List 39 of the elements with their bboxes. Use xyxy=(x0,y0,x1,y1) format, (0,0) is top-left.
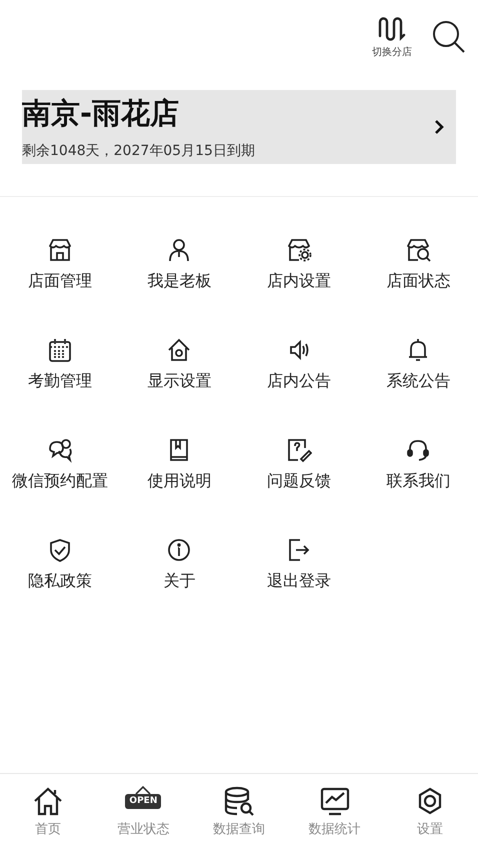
menu-item[interactable]: 显示设置 xyxy=(120,337,239,392)
wave-icon xyxy=(377,16,407,42)
menu-item[interactable]: 退出登录 xyxy=(239,537,358,592)
switch-store-button[interactable]: 切换分店 xyxy=(372,16,412,59)
chat-bubbles-icon xyxy=(46,437,73,463)
store-icon xyxy=(46,237,73,263)
menu-item[interactable]: 店面状态 xyxy=(358,237,478,292)
nav-tab[interactable]: 设置 xyxy=(382,786,478,838)
home-icon xyxy=(32,786,64,816)
store-search-icon xyxy=(405,237,432,263)
house-gear-icon xyxy=(166,337,192,363)
menu-item[interactable]: 考勤管理 xyxy=(0,337,120,392)
menu-item[interactable]: 店内公告 xyxy=(239,337,358,392)
menu-item[interactable]: 店内设置 xyxy=(239,237,358,292)
menu-item[interactable]: 我是老板 xyxy=(120,237,239,292)
menu-item[interactable]: 问题反馈 xyxy=(239,437,358,492)
menu-item[interactable]: 联系我们 xyxy=(358,437,478,492)
info-icon xyxy=(166,537,192,563)
expiry-text: 剩余1048天，2027年05月15日到期 xyxy=(22,142,255,160)
question-note-icon xyxy=(286,437,312,463)
nav-tab[interactable]: 数据统计 xyxy=(286,786,382,838)
menu-item[interactable]: 关于 xyxy=(120,537,239,592)
search-icon[interactable] xyxy=(432,20,466,54)
database-search-icon xyxy=(222,786,255,816)
chevron-right-icon xyxy=(434,119,444,135)
store-name: 南京-雨花店 xyxy=(22,95,180,132)
menu-item[interactable]: 微信预约配置 xyxy=(0,437,120,492)
menu-item[interactable]: 隐私政策 xyxy=(0,537,120,592)
nav-tab[interactable]: 首页 xyxy=(0,786,96,838)
nav-tab[interactable]: 数据查询 xyxy=(191,786,287,838)
menu-item[interactable]: 店面管理 xyxy=(0,237,120,292)
store-card[interactable]: 南京-雨花店 剩余1048天，2027年05月15日到期 xyxy=(22,90,456,164)
menu-item[interactable]: 使用说明 xyxy=(120,437,239,492)
nav-tab[interactable]: OPEN 营业状态 xyxy=(96,786,192,838)
menu-item[interactable]: 系统公告 xyxy=(358,337,478,392)
headset-icon xyxy=(405,437,432,463)
store-gear-icon xyxy=(286,237,312,263)
calendar-icon xyxy=(46,337,73,363)
chart-icon xyxy=(318,786,351,816)
